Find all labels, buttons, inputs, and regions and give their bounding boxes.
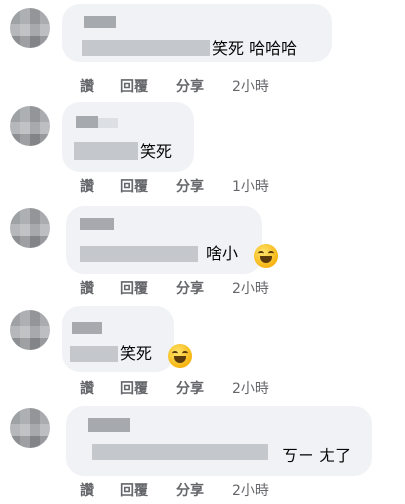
- blurred-author-name[interactable]: [84, 16, 116, 28]
- comment-bubble: 笑死 哈哈哈: [62, 4, 332, 62]
- comment-actions: 讚 回覆 分享 2小時: [80, 380, 340, 398]
- comment-bubble: 啥小: [66, 206, 262, 274]
- comment-actions: 讚 回覆 分享 2小時: [80, 78, 340, 96]
- comment-4: 笑死 讚 回覆 分享 2小時: [0, 304, 405, 400]
- timestamp[interactable]: 2小時: [232, 482, 269, 500]
- timestamp[interactable]: 2小時: [232, 380, 269, 398]
- blurred-author-name-ext: [98, 118, 118, 128]
- reply-button[interactable]: 回覆: [120, 482, 148, 500]
- timestamp[interactable]: 2小時: [232, 78, 269, 96]
- blurred-author-name[interactable]: [72, 322, 102, 334]
- laughing-emoji-icon: [254, 244, 278, 268]
- comment-bubble: ㄎㄧ ㄤ了: [66, 406, 372, 476]
- blurred-text: [92, 444, 268, 460]
- comment-actions: 讚 回覆 分享 2小時: [80, 280, 340, 298]
- blurred-author-name[interactable]: [80, 218, 114, 230]
- laughing-emoji-icon: [168, 344, 192, 368]
- share-button[interactable]: 分享: [176, 482, 204, 500]
- reply-button[interactable]: 回覆: [120, 380, 148, 398]
- avatar[interactable]: [10, 208, 50, 248]
- share-button[interactable]: 分享: [176, 178, 204, 196]
- share-button[interactable]: 分享: [176, 380, 204, 398]
- comment-3: 啥小 讚 回覆 分享 2小時: [0, 202, 405, 302]
- comment-text: 啥小: [206, 244, 239, 263]
- blurred-text: [74, 142, 138, 160]
- comment-text: 笑死 哈哈哈: [212, 39, 298, 58]
- comment-1: 笑死 哈哈哈 讚 回覆 分享 2小時: [0, 0, 405, 98]
- share-button[interactable]: 分享: [176, 78, 204, 96]
- comment-actions: 讚 回覆 分享 2小時: [80, 482, 340, 500]
- blurred-text: [82, 40, 210, 56]
- blurred-text: [70, 346, 118, 362]
- comment-text: 笑死: [140, 142, 173, 161]
- like-button[interactable]: 讚: [80, 380, 94, 398]
- blurred-author-name[interactable]: [76, 116, 98, 128]
- blurred-text: [80, 246, 198, 262]
- timestamp[interactable]: 2小時: [232, 280, 269, 298]
- comment-bubble: 笑死: [62, 306, 174, 372]
- reply-button[interactable]: 回覆: [120, 280, 148, 298]
- like-button[interactable]: 讚: [80, 280, 94, 298]
- comment-bubble: 笑死: [62, 102, 194, 172]
- like-button[interactable]: 讚: [80, 178, 94, 196]
- avatar[interactable]: [10, 8, 50, 48]
- reply-button[interactable]: 回覆: [120, 178, 148, 196]
- share-button[interactable]: 分享: [176, 280, 204, 298]
- avatar[interactable]: [10, 408, 50, 448]
- comment-5: ㄎㄧ ㄤ了 讚 回覆 分享 2小時: [0, 402, 405, 504]
- comment-text: 笑死: [120, 344, 153, 363]
- like-button[interactable]: 讚: [80, 482, 94, 500]
- timestamp[interactable]: 1小時: [232, 178, 269, 196]
- avatar[interactable]: [10, 310, 50, 350]
- like-button[interactable]: 讚: [80, 78, 94, 96]
- blurred-author-name[interactable]: [88, 418, 130, 432]
- comment-text: ㄎㄧ ㄤ了: [282, 446, 352, 465]
- reply-button[interactable]: 回覆: [120, 78, 148, 96]
- avatar[interactable]: [10, 106, 50, 146]
- comment-2: 笑死 讚 回覆 分享 1小時: [0, 100, 405, 198]
- comment-actions: 讚 回覆 分享 1小時: [80, 178, 340, 196]
